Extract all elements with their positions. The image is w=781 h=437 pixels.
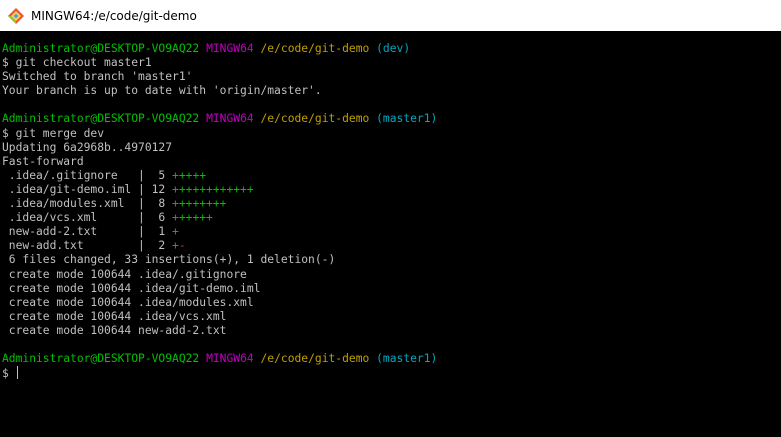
terminal-text: create mode 100644 .idea/git-demo.iml [2, 281, 261, 295]
terminal-text: Switched to branch 'master1' [2, 70, 193, 84]
title-bar[interactable]: MINGW64:/e/code/git-demo [0, 0, 781, 31]
terminal-window: MINGW64:/e/code/git-demo Administrator@D… [0, 0, 781, 437]
terminal-text: (dev) [376, 42, 411, 55]
terminal-line: create mode 100644 new-add-2.txt [2, 324, 781, 338]
terminal-line: create mode 100644 .idea/modules.xml [2, 296, 781, 310]
terminal-line: Your branch is up to date with 'origin/m… [2, 84, 781, 98]
terminal-line: $ [2, 366, 781, 380]
terminal-text: .idea/git-demo.iml | 12 [2, 182, 173, 196]
terminal-line: .idea/git-demo.iml | 12 ++++++++++++ [2, 183, 781, 197]
terminal-text: /e/code/git-demo [260, 352, 370, 366]
terminal-text: new-add.txt | 2 [2, 239, 173, 253]
window-title: MINGW64:/e/code/git-demo [31, 8, 197, 23]
terminal-line: create mode 100644 .idea/.gitignore [2, 268, 781, 282]
terminal-line: $ git merge dev [2, 127, 781, 141]
terminal-text: .idea/modules.xml | 8 [2, 197, 173, 211]
terminal-text: MINGW64 [206, 112, 254, 126]
terminal-line: $ git checkout master1 [2, 56, 781, 70]
terminal-text: create mode 100644 new-add-2.txt [2, 323, 227, 337]
terminal-text: (master1) [376, 352, 438, 366]
terminal-line: Switched to branch 'master1' [2, 70, 781, 84]
terminal-text: Administrator@DESKTOP-VO9AQ22 [2, 112, 200, 126]
terminal-text: ++++++++++++ [172, 182, 254, 196]
terminal-text: + [172, 225, 179, 239]
text-cursor [16, 366, 18, 380]
terminal-line: .idea/.gitignore | 5 +++++ [2, 169, 781, 183]
terminal-line: create mode 100644 .idea/git-demo.iml [2, 282, 781, 296]
terminal-text: + [172, 239, 179, 253]
terminal-text: /e/code/git-demo [260, 42, 370, 55]
terminal-text: .idea/.gitignore | 5 [2, 168, 173, 182]
terminal-line: 6 files changed, 33 insertions(+), 1 del… [2, 253, 781, 267]
git-bash-icon [8, 7, 24, 24]
terminal-line: Fast-forward [2, 155, 781, 169]
terminal-text: (master1) [376, 112, 438, 126]
terminal-text: Fast-forward [2, 154, 84, 168]
terminal-text: Administrator@DESKTOP-VO9AQ22 [2, 42, 200, 55]
terminal-line: create mode 100644 .idea/vcs.xml [2, 310, 781, 324]
terminal-text: create mode 100644 .idea/.gitignore [2, 267, 247, 281]
terminal-line: Administrator@DESKTOP-VO9AQ22 MINGW64 /e… [2, 42, 781, 56]
terminal-text: - [178, 239, 186, 253]
terminal-line: new-add-2.txt | 1 + [2, 225, 781, 239]
terminal-text: $ git checkout master1 [2, 56, 152, 70]
terminal-text: MINGW64 [206, 352, 254, 366]
terminal-text: $ [2, 367, 16, 381]
terminal-text: .idea/vcs.xml | 6 [2, 211, 173, 225]
terminal-line: new-add.txt | 2 +- [2, 239, 781, 253]
terminal-text: new-add-2.txt | 1 [2, 225, 173, 239]
terminal-text: create mode 100644 .idea/vcs.xml [2, 309, 227, 323]
terminal-text: create mode 100644 .idea/modules.xml [2, 295, 254, 309]
terminal-text: Administrator@DESKTOP-VO9AQ22 [2, 352, 200, 366]
terminal-text: Updating 6a2968b..4970127 [2, 140, 173, 154]
terminal-line: .idea/vcs.xml | 6 ++++++ [2, 211, 781, 225]
terminal-text: Your branch is up to date with 'origin/m… [2, 84, 322, 98]
terminal-text: /e/code/git-demo [260, 112, 370, 126]
terminal-text: ++++++++ [172, 197, 227, 211]
terminal-line: .idea/modules.xml | 8 ++++++++ [2, 197, 781, 211]
terminal-text: $ git merge dev [2, 126, 105, 140]
terminal-line: Administrator@DESKTOP-VO9AQ22 MINGW64 /e… [2, 352, 781, 366]
terminal-line: Updating 6a2968b..4970127 [2, 141, 781, 155]
terminal-output[interactable]: Administrator@DESKTOP-VO9AQ22 MINGW64 /e… [0, 31, 781, 437]
terminal-text: ++++++ [172, 211, 213, 225]
terminal-text: MINGW64 [206, 42, 254, 55]
terminal-text: 6 files changed, 33 insertions(+), 1 del… [2, 253, 336, 267]
terminal-text: +++++ [172, 168, 207, 182]
terminal-line: Administrator@DESKTOP-VO9AQ22 MINGW64 /e… [2, 112, 781, 126]
